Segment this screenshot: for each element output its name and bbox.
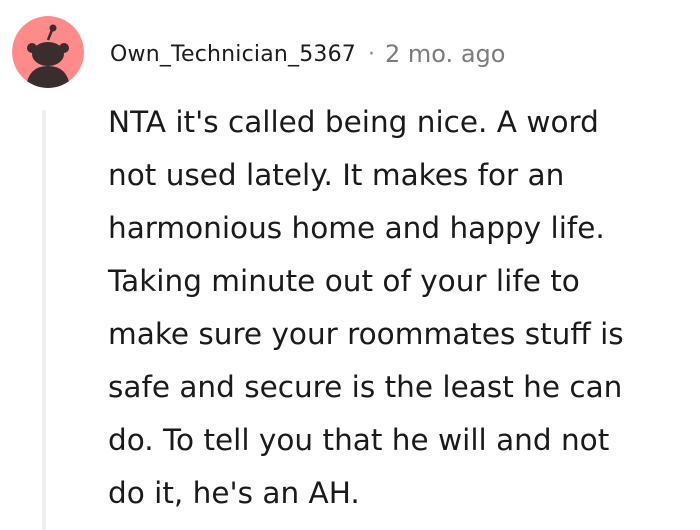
comment-body-line: harmonious home and happy life. (108, 211, 605, 245)
comment-body-line: make sure your roommates stuff is (108, 317, 624, 351)
comment-body-line: Taking minute out of your life to (108, 264, 580, 298)
comment-body-line: not used lately. It makes for an (108, 158, 565, 192)
comment-body-line: do. To tell you that he will and not (108, 423, 610, 457)
user-avatar[interactable] (12, 16, 84, 88)
username-link[interactable]: Own_Technician_5367 (110, 42, 356, 67)
comment: Own_Technician_5367 · 2 mo. ago NTA it's… (0, 0, 700, 530)
thread-line[interactable] (42, 110, 46, 530)
comment-body: NTA it's called being nice. A word not u… (108, 96, 700, 520)
reddit-snoo-avatar-icon (12, 16, 84, 88)
timestamp-link[interactable]: 2 mo. ago (385, 40, 505, 68)
comment-meta: Own_Technician_5367 · 2 mo. ago (110, 36, 505, 72)
meta-separator: · (368, 41, 376, 67)
comment-body-line: safe and secure is the least he can (108, 370, 623, 404)
comment-body-line: NTA it's called being nice. A word (108, 105, 599, 139)
comment-body-line: do it, he's an AH. (108, 476, 360, 510)
